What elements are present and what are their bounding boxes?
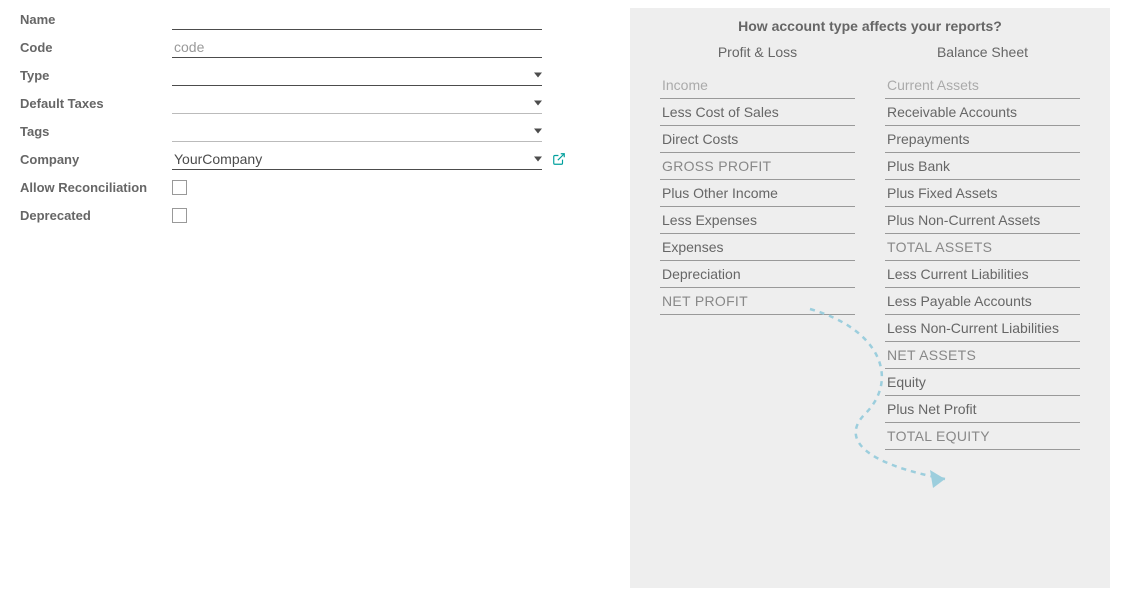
label-default-taxes: Default Taxes [20,96,172,111]
label-deprecated: Deprecated [20,208,172,223]
pl-line: GROSS PROFIT [660,153,855,180]
form-column: Name Code Type [20,8,590,588]
row-company: Company [20,148,590,170]
type-select[interactable] [172,64,542,86]
allow-reconciliation-checkbox[interactable] [172,180,187,195]
bs-line: Current Assets [885,72,1080,99]
pl-line: Expenses [660,234,855,261]
bs-line: Less Payable Accounts [885,288,1080,315]
label-tags: Tags [20,124,172,139]
row-name: Name [20,8,590,30]
bs-line: Plus Fixed Assets [885,180,1080,207]
info-panel: How account type affects your reports? P… [630,8,1110,588]
bs-line: Plus Non-Current Assets [885,207,1080,234]
bs-line: TOTAL ASSETS [885,234,1080,261]
row-type: Type [20,64,590,86]
info-columns: Profit & Loss IncomeLess Cost of SalesDi… [660,44,1080,450]
bs-line: Receivable Accounts [885,99,1080,126]
row-default-taxes: Default Taxes [20,92,590,114]
pl-line: Less Expenses [660,207,855,234]
label-code: Code [20,40,172,55]
external-link-icon[interactable] [552,152,566,166]
bs-header: Balance Sheet [885,44,1080,60]
label-name: Name [20,12,172,27]
bs-line: NET ASSETS [885,342,1080,369]
bs-line: Prepayments [885,126,1080,153]
bs-line: Plus Net Profit [885,396,1080,423]
pl-line: Depreciation [660,261,855,288]
row-code: Code [20,36,590,58]
pl-line: NET PROFIT [660,288,855,315]
bs-line: Less Non-Current Liabilities [885,315,1080,342]
profit-loss-column: Profit & Loss IncomeLess Cost of SalesDi… [660,44,855,315]
tags-select[interactable] [172,120,542,142]
code-input[interactable] [172,36,542,58]
row-deprecated: Deprecated [20,204,590,226]
bs-line: Less Current Liabilities [885,261,1080,288]
row-allow-reconciliation: Allow Reconciliation [20,176,590,198]
pl-line: Plus Other Income [660,180,855,207]
name-input[interactable] [172,8,542,30]
label-allow-reconciliation: Allow Reconciliation [20,180,172,195]
balance-sheet-column: Balance Sheet Current AssetsReceivable A… [885,44,1080,450]
label-company: Company [20,152,172,167]
bs-line: Plus Bank [885,153,1080,180]
default-taxes-select[interactable] [172,92,542,114]
pl-header: Profit & Loss [660,44,855,60]
pl-line: Income [660,72,855,99]
info-title: How account type affects your reports? [660,18,1080,34]
company-select[interactable] [172,148,542,170]
label-type: Type [20,68,172,83]
main-container: Name Code Type [20,8,1110,588]
deprecated-checkbox[interactable] [172,208,187,223]
pl-line: Direct Costs [660,126,855,153]
bs-line: TOTAL EQUITY [885,423,1080,450]
row-tags: Tags [20,120,590,142]
bs-line: Equity [885,369,1080,396]
pl-line: Less Cost of Sales [660,99,855,126]
